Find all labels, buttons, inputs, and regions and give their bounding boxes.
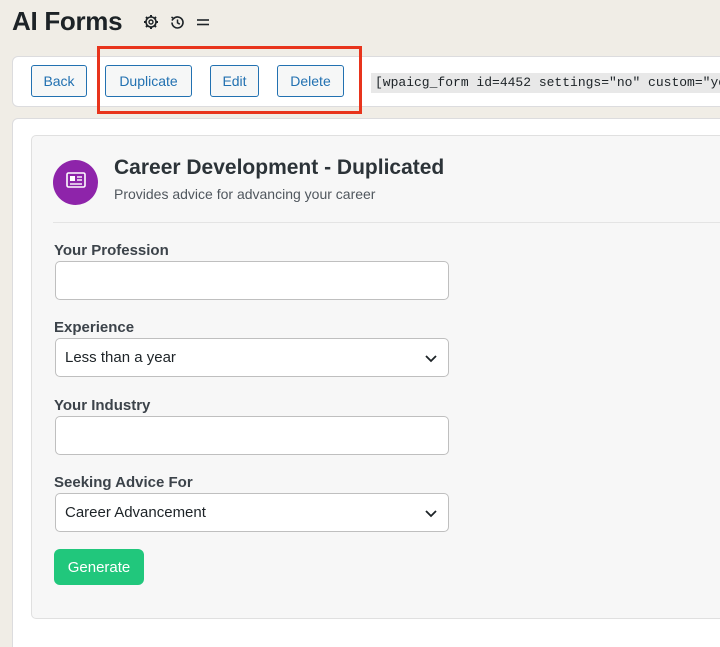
generate-button[interactable]: Generate — [54, 549, 144, 585]
back-button[interactable]: Back — [31, 65, 87, 97]
chevron-down-icon — [423, 350, 439, 366]
page-title: AI Forms — [12, 6, 123, 36]
profession-input[interactable] — [55, 261, 449, 300]
experience-value: Less than a year — [65, 349, 176, 366]
profession-label: Your Profession — [54, 242, 169, 259]
advice-value: Career Advancement — [65, 504, 206, 521]
shortcode: [wpaicg_form id=4452 settings="no" custo… — [371, 73, 720, 93]
experience-select[interactable]: Less than a year — [55, 338, 449, 377]
menu-icon[interactable] — [193, 12, 213, 32]
form-card — [31, 135, 720, 619]
industry-label: Your Industry — [54, 397, 151, 414]
delete-button[interactable]: Delete — [277, 65, 344, 97]
form-avatar — [53, 160, 98, 205]
title-icons — [141, 12, 213, 32]
advice-select[interactable]: Career Advancement — [55, 493, 449, 532]
form-title: Career Development - Duplicated — [114, 156, 445, 179]
chevron-down-icon — [423, 505, 439, 521]
form-description: Provides advice for advancing your caree… — [114, 186, 376, 202]
experience-label: Experience — [54, 319, 135, 336]
industry-input[interactable] — [55, 416, 449, 455]
edit-button[interactable]: Edit — [210, 65, 259, 97]
divider — [53, 222, 720, 223]
advice-label: Seeking Advice For — [54, 474, 193, 491]
duplicate-button[interactable]: Duplicate — [105, 65, 192, 97]
history-icon[interactable] — [167, 12, 187, 32]
id-card-icon — [65, 172, 86, 193]
gear-icon[interactable] — [141, 12, 161, 32]
